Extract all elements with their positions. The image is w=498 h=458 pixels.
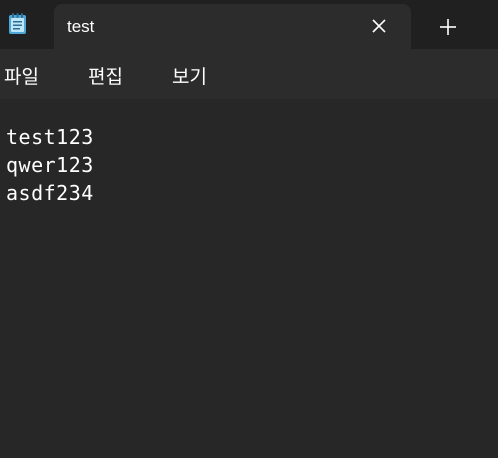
plus-icon[interactable] xyxy=(435,14,461,40)
notepad-icon xyxy=(8,13,27,35)
tab-test[interactable]: test xyxy=(54,4,411,50)
editor-line: qwer123 xyxy=(6,153,94,177)
title-bar: test xyxy=(0,0,498,50)
menu-item-view[interactable]: 보기 xyxy=(172,62,207,89)
text-editor[interactable]: test123 qwer123 asdf234 xyxy=(0,99,498,458)
editor-line: test123 xyxy=(6,125,94,149)
menu-item-file[interactable]: 파일 xyxy=(4,62,39,89)
editor-line: asdf234 xyxy=(6,181,94,205)
menu-bar: 파일 편집 보기 xyxy=(0,49,498,99)
menu-item-edit[interactable]: 편집 xyxy=(88,62,123,89)
tab-title: test xyxy=(67,17,95,36)
close-icon[interactable] xyxy=(370,17,388,35)
